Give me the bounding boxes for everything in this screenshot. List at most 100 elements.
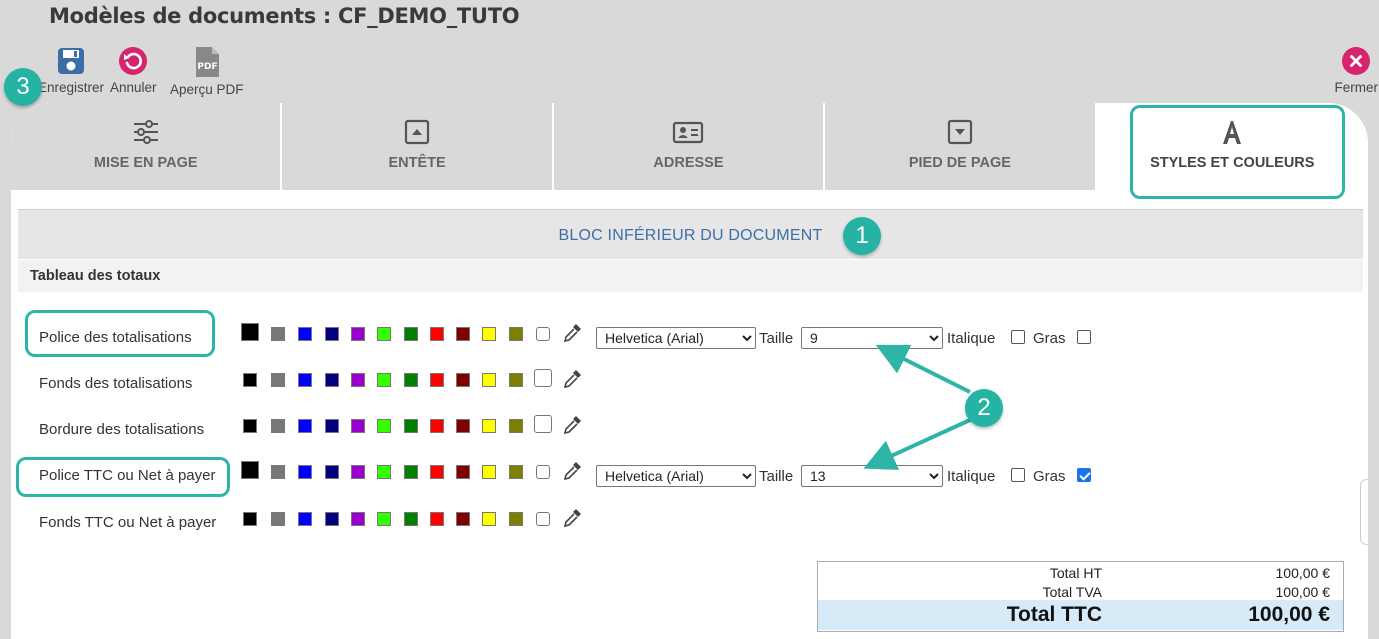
color-swatch[interactable] bbox=[241, 323, 259, 341]
cancel-button[interactable]: Annuler bbox=[110, 46, 157, 95]
color-swatch[interactable] bbox=[298, 465, 312, 479]
eyedropper-icon[interactable] bbox=[562, 367, 584, 389]
color-swatch[interactable] bbox=[456, 419, 470, 433]
color-swatch[interactable] bbox=[456, 465, 470, 479]
total-value: 100,00 € bbox=[1275, 584, 1331, 600]
color-swatch[interactable] bbox=[377, 512, 391, 526]
color-swatch[interactable] bbox=[482, 419, 496, 433]
color-swatch[interactable] bbox=[456, 327, 470, 341]
color-swatch[interactable] bbox=[536, 327, 550, 341]
color-swatch[interactable] bbox=[325, 512, 339, 526]
color-swatch[interactable] bbox=[509, 373, 523, 387]
section-title: BLOC INFÉRIEUR DU DOCUMENT bbox=[558, 227, 823, 244]
color-swatch[interactable] bbox=[430, 327, 444, 341]
italic-checkbox[interactable] bbox=[1011, 330, 1025, 344]
bold-checkbox[interactable] bbox=[1077, 330, 1091, 344]
color-swatch[interactable] bbox=[482, 512, 496, 526]
color-swatch[interactable] bbox=[534, 369, 552, 387]
color-swatch[interactable] bbox=[456, 512, 470, 526]
color-swatch[interactable] bbox=[536, 465, 550, 479]
color-swatch[interactable] bbox=[243, 512, 257, 526]
color-swatch[interactable] bbox=[509, 512, 523, 526]
color-swatch[interactable] bbox=[271, 465, 285, 479]
color-swatch[interactable] bbox=[430, 465, 444, 479]
color-swatch[interactable] bbox=[404, 373, 418, 387]
color-swatch[interactable] bbox=[482, 465, 496, 479]
font-select[interactable]: Helvetica (Arial) bbox=[596, 465, 756, 487]
tab-mise-en-page[interactable]: MISE EN PAGE bbox=[11, 103, 283, 190]
color-swatch[interactable] bbox=[325, 465, 339, 479]
section-header: BLOC INFÉRIEUR DU DOCUMENT bbox=[18, 209, 1363, 259]
color-swatch[interactable] bbox=[430, 512, 444, 526]
total-tva-row: Total TVA 100,00 € bbox=[818, 581, 1343, 600]
bold-label: Gras bbox=[1033, 468, 1066, 485]
color-swatch[interactable] bbox=[241, 461, 259, 479]
tab-label: ADRESSE bbox=[653, 155, 724, 171]
color-swatch[interactable] bbox=[509, 419, 523, 433]
color-swatch[interactable] bbox=[325, 327, 339, 341]
color-swatch[interactable] bbox=[430, 373, 444, 387]
color-swatch[interactable] bbox=[377, 327, 391, 341]
color-swatch[interactable] bbox=[271, 512, 285, 526]
pdf-file-icon: PDF bbox=[195, 47, 219, 77]
color-swatch[interactable] bbox=[243, 373, 257, 387]
tab-pied-de-page[interactable]: PIED DE PAGE bbox=[825, 103, 1097, 190]
color-swatch[interactable] bbox=[404, 419, 418, 433]
eyedropper-icon[interactable] bbox=[562, 506, 584, 528]
row-label: Fonds des totalisations bbox=[39, 375, 193, 392]
color-swatch[interactable] bbox=[509, 465, 523, 479]
step-badge-3: 3 bbox=[4, 68, 42, 106]
color-swatch[interactable] bbox=[351, 327, 365, 341]
color-swatch[interactable] bbox=[482, 373, 496, 387]
italic-checkbox[interactable] bbox=[1011, 468, 1025, 482]
row-bordure-totalisations: Bordure des totalisations bbox=[0, 415, 1379, 445]
color-swatch[interactable] bbox=[325, 373, 339, 387]
color-swatch[interactable] bbox=[404, 512, 418, 526]
color-swatch[interactable] bbox=[351, 465, 365, 479]
color-swatch[interactable] bbox=[298, 373, 312, 387]
subsection-title: Tableau des totaux bbox=[18, 260, 1363, 292]
tab-adresse[interactable]: ADRESSE bbox=[553, 103, 826, 190]
close-button[interactable]: Fermer bbox=[1335, 46, 1378, 95]
color-swatch[interactable] bbox=[298, 419, 312, 433]
color-swatch[interactable] bbox=[536, 512, 550, 526]
tab-entete[interactable]: ENTÊTE bbox=[282, 103, 554, 190]
label-highlight-ttc bbox=[16, 457, 230, 497]
color-swatch[interactable] bbox=[298, 512, 312, 526]
font-select[interactable]: Helvetica (Arial) bbox=[596, 327, 756, 349]
total-label: Total HT bbox=[1049, 565, 1102, 581]
sliders-icon bbox=[133, 120, 158, 144]
color-swatch[interactable] bbox=[404, 465, 418, 479]
footer-icon bbox=[947, 119, 972, 145]
color-swatch[interactable] bbox=[377, 419, 391, 433]
bold-checkbox[interactable] bbox=[1077, 468, 1091, 482]
color-swatch[interactable] bbox=[271, 373, 285, 387]
pdf-preview-label: Aperçu PDF bbox=[170, 82, 244, 97]
tab-label: PIED DE PAGE bbox=[908, 155, 1011, 171]
color-swatch[interactable] bbox=[404, 327, 418, 341]
save-label: Enregistrer bbox=[38, 80, 105, 95]
color-swatch[interactable] bbox=[430, 419, 444, 433]
pdf-icon-text: PDF bbox=[197, 62, 217, 72]
arrow-to-size-9 bbox=[875, 344, 971, 394]
save-button[interactable]: Enregistrer bbox=[38, 46, 104, 95]
color-swatch[interactable] bbox=[351, 373, 365, 387]
eyedropper-icon[interactable] bbox=[562, 459, 584, 481]
total-label: Total TVA bbox=[1042, 584, 1102, 600]
eyedropper-icon[interactable] bbox=[562, 321, 584, 343]
color-swatch[interactable] bbox=[351, 512, 365, 526]
color-swatch[interactable] bbox=[456, 373, 470, 387]
color-swatch[interactable] bbox=[271, 327, 285, 341]
color-swatch[interactable] bbox=[243, 419, 257, 433]
pdf-preview-button[interactable]: PDF Aperçu PDF bbox=[170, 46, 244, 97]
color-swatch[interactable] bbox=[534, 415, 552, 433]
color-swatch[interactable] bbox=[325, 419, 339, 433]
color-swatch[interactable] bbox=[509, 327, 523, 341]
color-swatch[interactable] bbox=[377, 465, 391, 479]
color-swatch[interactable] bbox=[298, 327, 312, 341]
color-swatch[interactable] bbox=[351, 419, 365, 433]
color-swatch[interactable] bbox=[482, 327, 496, 341]
color-swatch[interactable] bbox=[271, 419, 285, 433]
eyedropper-icon[interactable] bbox=[562, 413, 584, 435]
color-swatch[interactable] bbox=[377, 373, 391, 387]
